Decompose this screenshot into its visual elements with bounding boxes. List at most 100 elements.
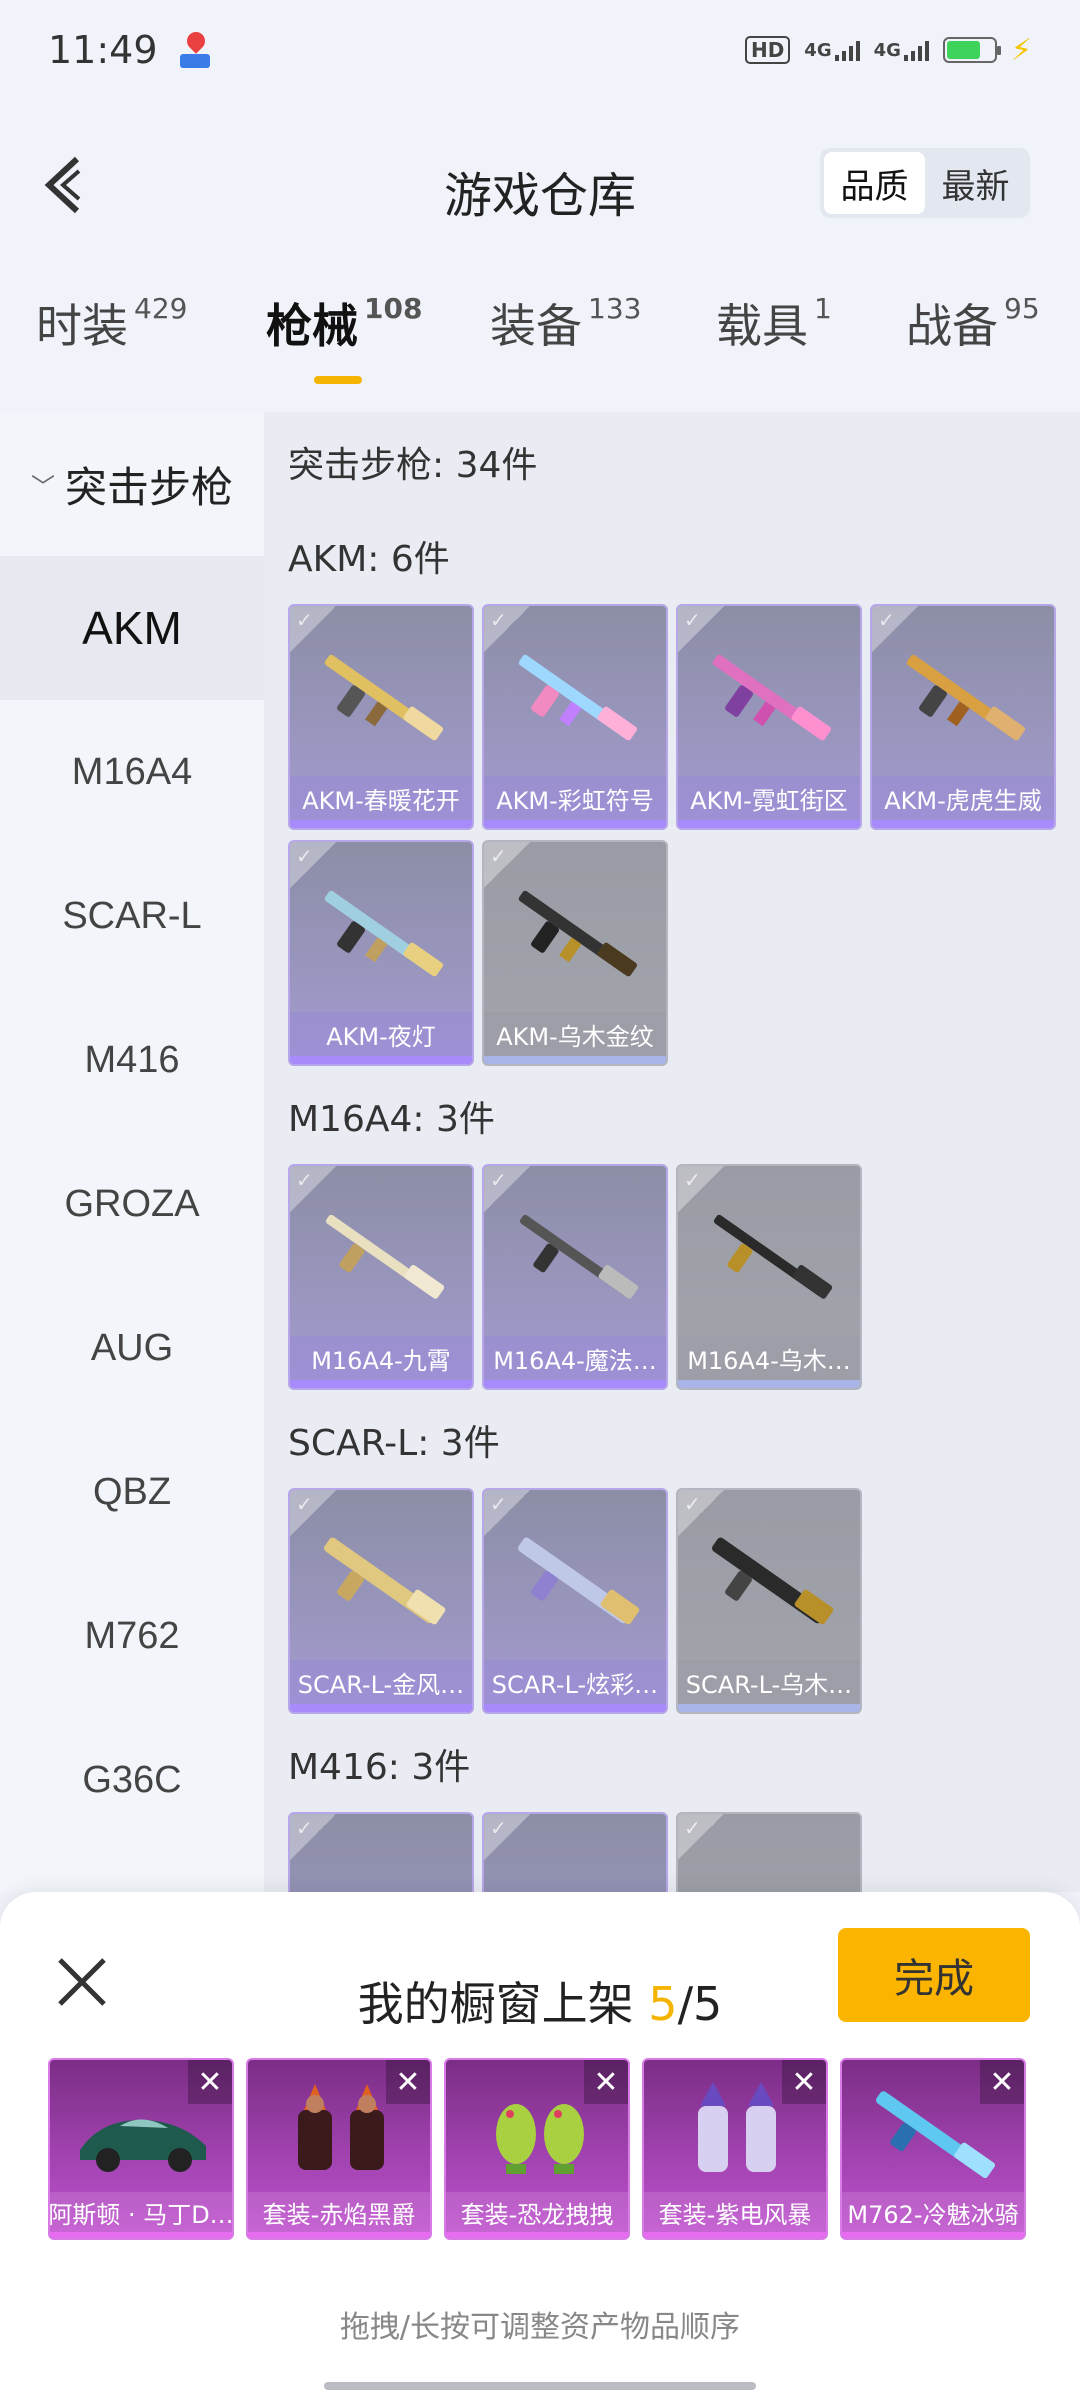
sort-newest-button[interactable]: 最新 — [925, 152, 1026, 214]
weapon-card[interactable]: ✓ SCAR-L-乌木… — [676, 1488, 862, 1714]
tab-count: 133 — [588, 292, 642, 325]
weapon-name: M16A4-乌木… — [678, 1336, 860, 1380]
group-label-m16a4: M16A4: 3件 — [288, 1099, 495, 1140]
tab-label: 装备 — [490, 299, 582, 353]
sidebar-item-scar-l[interactable]: SCAR-L — [0, 844, 264, 988]
tab-count: 95 — [1004, 292, 1040, 325]
grade-bar — [446, 2232, 628, 2238]
grade-bar — [484, 820, 666, 828]
sidebar-item-groza[interactable]: GROZA — [0, 1132, 264, 1276]
tab-fashion[interactable]: 时装 429 — [36, 290, 187, 356]
weapon-card[interactable]: ✓ SCAR-L-炫彩… — [482, 1488, 668, 1714]
weapon-card[interactable]: ✓ AKM-虎虎生威 — [870, 604, 1056, 830]
showcase-item-name: 套装-紫电风暴 — [644, 2192, 826, 2232]
tab-vehicles[interactable]: 载具 1 — [716, 290, 832, 356]
grade-bar — [842, 2232, 1024, 2238]
sidebar-item-m762[interactable]: M762 — [0, 1564, 264, 1708]
rifle-icon — [519, 1214, 639, 1299]
category-tabs: 时装 429 枪械 108 装备 133 载具 1 战备 95 — [0, 290, 1080, 410]
weapon-card[interactable]: ✓ M16A4-九霄 — [288, 1164, 474, 1390]
rifle-icon — [518, 1537, 640, 1625]
showcase-item[interactable]: ✕ 套装-赤焰黑爵 — [246, 2058, 432, 2240]
tab-supplies[interactable]: 战备 95 — [906, 290, 1040, 356]
rifle-icon — [876, 2091, 996, 2178]
grade-bar — [50, 2232, 232, 2238]
sidebar-item-akm[interactable]: AKM — [0, 556, 264, 700]
weapon-name: AKM-春暖花开 — [290, 776, 472, 820]
home-indicator[interactable] — [324, 2382, 756, 2390]
sidebar-item-m16a4[interactable]: M16A4 — [0, 700, 264, 844]
reorder-hint: 拖拽/长按可调整资产物品顺序 — [339, 2310, 741, 2345]
tab-label: 战备 — [906, 299, 998, 353]
header: 游戏仓库 品质 最新 — [0, 100, 1080, 270]
signal-bars-icon — [903, 39, 929, 61]
sidebar-item-g36c[interactable]: G36C — [0, 1708, 264, 1852]
weapon-card[interactable]: ✓ M16A4-乌木… — [676, 1164, 862, 1390]
weapon-name: AKM-乌木金纹 — [484, 1012, 666, 1056]
sidebar-item-qbz[interactable]: QBZ — [0, 1420, 264, 1564]
weapon-card[interactable]: ✓ — [676, 1812, 862, 1892]
sidebar-item-aug[interactable]: AUG — [0, 1276, 264, 1420]
car-icon — [80, 2119, 206, 2172]
signal-2: 4G — [874, 39, 929, 61]
signal-bars-icon — [834, 39, 860, 61]
weapon-name: M16A4-九霄 — [290, 1336, 472, 1380]
dino-outfit-icon — [496, 2104, 584, 2174]
showcase-item[interactable]: ✕ 阿斯顿 · 马丁D… — [48, 2058, 234, 2240]
done-button[interactable]: 完成 — [838, 1928, 1030, 2022]
weapon-card[interactable]: ✓ AKM-春暖花开 — [288, 604, 474, 830]
category-summary: 突击步枪: 34件 — [288, 445, 538, 486]
tab-count: 429 — [134, 292, 188, 325]
sidebar-group-assault-rifles[interactable]: ﹀ 突击步枪 — [0, 412, 264, 556]
rifle-icon — [906, 654, 1026, 741]
weapon-card[interactable]: ✓ AKM-夜灯 — [288, 840, 474, 1066]
tab-label: 时装 — [36, 299, 128, 353]
chevron-down-icon: ﹀ — [30, 472, 55, 501]
sidebar-group-label: 突击步枪 — [64, 462, 233, 512]
status-time: 11:49 — [48, 28, 158, 72]
tab-equipment[interactable]: 装备 133 — [490, 290, 641, 356]
grade-bar — [290, 1704, 472, 1712]
weapon-card[interactable]: ✓ AKM-霓虹街区 — [676, 604, 862, 830]
weapon-card[interactable]: ✓ AKM-乌木金纹 — [482, 840, 668, 1066]
showcase-total-count: /5 — [677, 1977, 723, 2031]
outfit-icon — [298, 2084, 384, 2170]
group-label-scar-l: SCAR-L: 3件 — [288, 1423, 500, 1464]
rifle-icon — [518, 654, 638, 741]
showcase-item[interactable]: ✕ 套装-恐龙拽拽 — [444, 2058, 630, 2240]
battery-icon — [942, 37, 1001, 63]
grade-bar — [484, 1380, 666, 1388]
weapon-card[interactable]: ✓ SCAR-L-金风… — [288, 1488, 474, 1714]
sidebar-item-m416[interactable]: M416 — [0, 988, 264, 1132]
sort-quality-button[interactable]: 品质 — [824, 152, 925, 214]
weapon-name: M16A4-魔法… — [484, 1336, 666, 1380]
grade-bar — [644, 2232, 826, 2238]
grade-bar — [484, 1056, 666, 1064]
showcase-item-name: 套装-赤焰黑爵 — [248, 2192, 430, 2232]
grade-bar — [678, 1380, 860, 1388]
rifle-icon — [713, 1214, 833, 1299]
showcase-item[interactable]: ✕ 套装-紫电风暴 — [642, 2058, 828, 2240]
weapon-card[interactable]: ✓ AKM-彩虹符号 — [482, 604, 668, 830]
weapon-name: AKM-夜灯 — [290, 1012, 472, 1056]
rifle-icon — [324, 1537, 446, 1625]
weapon-card[interactable]: ✓ — [288, 1812, 474, 1892]
weapon-card[interactable]: ✓ M16A4-魔法… — [482, 1164, 668, 1390]
weapon-name: SCAR-L-金风… — [290, 1660, 472, 1704]
showcase-item[interactable]: ✕ M762-冷魅冰骑 — [840, 2058, 1026, 2240]
signal-1: 4G — [804, 39, 860, 61]
group-label-m416: M416: 3件 — [288, 1747, 471, 1788]
check-icon: ✓ — [290, 1814, 336, 1860]
weapon-name: AKM-霓虹街区 — [678, 776, 860, 820]
rifle-icon — [712, 1537, 834, 1625]
weapon-name: AKM-虎虎生威 — [872, 776, 1054, 820]
network-type-2: 4G — [873, 40, 901, 61]
active-tab-indicator — [314, 376, 362, 384]
weapon-card[interactable]: ✓ — [482, 1812, 668, 1892]
charging-icon: ⚡ — [1010, 32, 1032, 68]
sort-toggle: 品质 最新 — [820, 148, 1030, 218]
tab-guns[interactable]: 枪械 108 — [266, 290, 422, 384]
grade-bar — [678, 1704, 860, 1712]
showcase-item-name: 阿斯顿 · 马丁D… — [50, 2192, 232, 2232]
tab-label: 枪械 — [266, 299, 358, 353]
